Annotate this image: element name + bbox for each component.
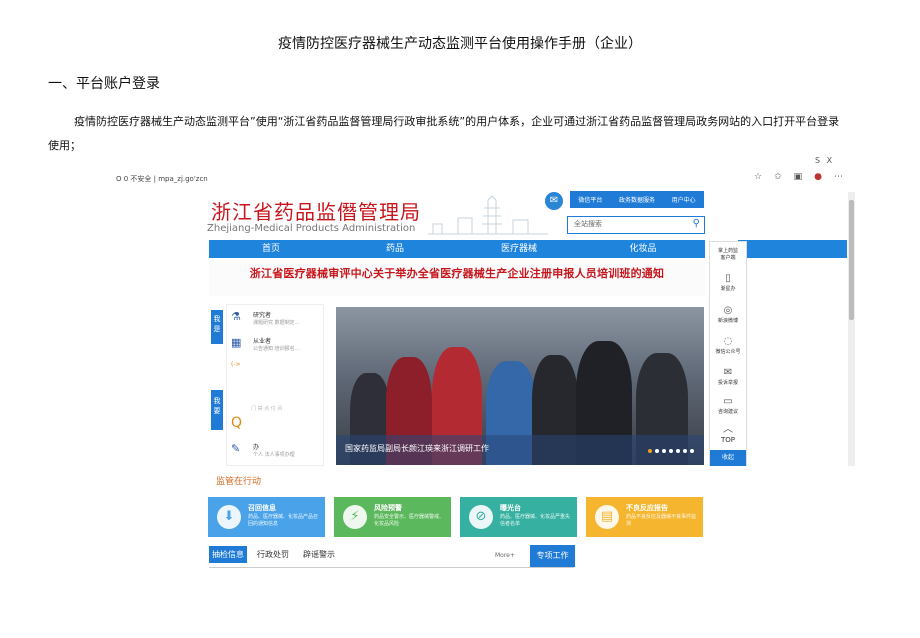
- top-links: 微信平台 政务数据服务 用户中心: [570, 191, 704, 208]
- main-nav: 首页 药品 医疗器械 化妆品: [209, 240, 705, 258]
- skyline-illustration: [428, 195, 548, 235]
- top-link-data-service[interactable]: 政务数据服务: [619, 195, 655, 204]
- role-researcher[interactable]: ⚗ 研究者 课题研究 数据制定...: [231, 310, 299, 326]
- wechat-icon: ◌: [723, 336, 733, 347]
- sidebar-zheliban[interactable]: ▯ 渐星办: [710, 273, 746, 292]
- corner-text: S X: [815, 156, 835, 165]
- role-practitioner[interactable]: ▦ 从业者 公告通知 培训报名...: [231, 336, 299, 352]
- building-icon: ▦: [231, 336, 242, 349]
- card-recall[interactable]: ⬇ 召回信息 药品、医疗器械、化妆品产品召回的通知信息: [208, 497, 325, 537]
- sidebar-weibo[interactable]: ◎ 新浪微博: [710, 305, 746, 324]
- site-logo-en: Zhejiang-Medical Products Administration: [207, 223, 416, 234]
- top-link-user-center[interactable]: 用户中心: [672, 195, 696, 204]
- side-tab-i-want[interactable]: 我要: [211, 390, 223, 430]
- right-sidebar: 掌上药监 客户端 ▯ 渐星办 ◎ 新浪微博 ◌ 微信公众号 ✉ 投诉举报 ▭ 咨…: [709, 241, 747, 466]
- phone-icon: ▯: [725, 273, 731, 284]
- weibo-small-icon: ◎: [723, 305, 733, 316]
- search-input[interactable]: 全站搜索: [574, 219, 602, 229]
- news-banner[interactable]: 国家药监局副局长颜江瑛来浙江调研工作: [336, 307, 704, 465]
- site-search[interactable]: 全站搜索 ⚲: [567, 216, 705, 234]
- nav-extension: [738, 240, 847, 258]
- sidebar-top[interactable]: ︿ TOP: [710, 424, 746, 444]
- lightning-icon: ⚡: [343, 505, 367, 529]
- chat-icon: ▭: [723, 396, 733, 407]
- role-handle[interactable]: ✎ 办 个人 法人事项办理: [231, 442, 295, 458]
- site-logo-cn[interactable]: 浙江省药品监僭管理局: [211, 196, 421, 225]
- search-q-icon[interactable]: Q: [231, 415, 242, 431]
- tab-penalty[interactable]: 行政处罚: [257, 549, 289, 560]
- browser-screenshot: O 0 不安全 | mpa_zj.go'zcn ☆ ✩ ▣ ● ⋯ 浙江省药品监…: [108, 170, 855, 466]
- clipboard-icon: ▤: [595, 505, 619, 529]
- supervise-title: 监管在行动: [216, 477, 262, 487]
- role-panel: ⚗ 研究者 课题研究 数据制定... ▦ 从业者 公告通知 培训报名... (-…: [226, 304, 324, 466]
- collections-icon[interactable]: ▣: [794, 172, 803, 182]
- favorites-icon[interactable]: ✩: [774, 172, 782, 182]
- sidebar-wechat[interactable]: ◌ 微信公众号: [710, 336, 746, 355]
- body-paragraph: 疫情防控医疗器械生产动态监测平台”使用“浙江省药品监督管理局行政审批系统”的用户…: [48, 115, 840, 152]
- chevron-up-icon: ︿: [723, 424, 733, 435]
- notice-headline[interactable]: 浙江省医疗器械审评中心关于举办全省医疗器械生产企业注册申报人员培训班的通知: [209, 265, 705, 281]
- top-link-wechat[interactable]: 微信平台: [578, 195, 602, 204]
- card-risk[interactable]: ⚡ 风险预警 药品安全警示、医疗器械警戒、化妆品风险: [334, 497, 451, 537]
- document-title: 疫情防控医疗器械生产动态监测平台使用操作手册（企业）: [278, 36, 642, 52]
- more-icon[interactable]: ⋯: [834, 172, 843, 182]
- profile-icon[interactable]: ●: [814, 172, 822, 182]
- special-work-button[interactable]: 专项工作: [530, 545, 575, 567]
- nav-drugs[interactable]: 药品: [333, 240, 457, 258]
- star-icon[interactable]: ☆: [754, 172, 762, 182]
- section-heading: 一、平台账户登录: [48, 76, 160, 92]
- card-exposure[interactable]: ⊘ 曝光台 药品、医疗器械、化妆品严重失信者名单: [460, 497, 577, 537]
- card-adverse[interactable]: ▤ 不良反应报告 药品不良反应及器械不良事件监测: [586, 497, 703, 537]
- arrow-icon: (->: [231, 361, 241, 368]
- banner-pager[interactable]: [648, 449, 694, 453]
- tab-rumor[interactable]: 辟谣警示: [303, 549, 335, 560]
- edit-icon: ✎: [231, 442, 241, 455]
- browser-toolbar: ☆ ✩ ▣ ● ⋯: [754, 172, 843, 182]
- more-link[interactable]: More+: [495, 552, 515, 559]
- address-bar[interactable]: O 0 不安全 | mpa_zj.go'zcn: [116, 174, 208, 184]
- sidebar-app[interactable]: 掌上药监 客户端: [710, 247, 746, 261]
- nav-devices[interactable]: 医疗器械: [457, 240, 581, 258]
- mail-icon: ✉: [723, 367, 733, 378]
- side-tab-i-am[interactable]: 我是: [211, 310, 223, 344]
- role-misc: 门 禁 点 付 问: [251, 406, 283, 412]
- nav-home[interactable]: 首页: [209, 240, 333, 258]
- search-icon[interactable]: ⚲: [693, 218, 700, 229]
- scroll-thumb[interactable]: [849, 200, 854, 320]
- tab-inspection[interactable]: 抽检信息: [209, 546, 247, 563]
- nav-cosmetics[interactable]: 化妆品: [581, 240, 705, 258]
- sidebar-complaint[interactable]: ✉ 投诉举报: [710, 367, 746, 386]
- weibo-icon[interactable]: ✉: [545, 192, 563, 210]
- inbox-icon: ⬇: [217, 505, 241, 529]
- info-tabs: 抽检信息 行政处罚 辟谣警示 More+: [209, 545, 574, 568]
- user-block-icon: ⊘: [469, 505, 493, 529]
- sidebar-collapse[interactable]: 收起: [710, 450, 746, 466]
- sidebar-advice[interactable]: ▭ 咨询建议: [710, 396, 746, 415]
- flask-icon: ⚗: [231, 310, 241, 323]
